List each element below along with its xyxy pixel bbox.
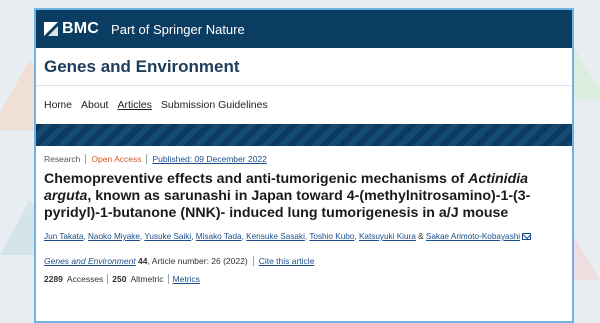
metrics-row: 2289 Accesses 250 Altmetric Metrics — [44, 274, 564, 284]
volume-number: 44 — [138, 256, 148, 266]
bmc-logo-icon — [44, 22, 58, 36]
author-separator: , — [304, 232, 308, 241]
metrics-link[interactable]: Metrics — [173, 274, 200, 284]
article-number: , Article number: 26 (2022) — [147, 256, 248, 266]
divider — [107, 274, 109, 284]
author-separator: , — [241, 232, 244, 241]
divider — [167, 274, 169, 284]
decorative-banner — [36, 124, 572, 146]
nav-submission-guidelines[interactable]: Submission Guidelines — [161, 99, 268, 111]
author-separator: , — [191, 232, 194, 241]
divider — [85, 154, 87, 164]
author-list: Jun Takata, Naoko Miyake, Yusuke Saiki, … — [44, 231, 564, 242]
journal-nav: Home About Articles Submission Guideline… — [36, 86, 572, 124]
nav-articles[interactable]: Articles — [117, 99, 151, 111]
altmetric-label: Altmetric — [130, 274, 164, 284]
nav-home[interactable]: Home — [44, 99, 72, 111]
author-link[interactable]: Toshio Kubo — [309, 232, 354, 241]
article-page-frame: BMC Part of Springer Nature Genes and En… — [34, 8, 574, 323]
article-header: Research Open Access Published: 09 Decem… — [36, 146, 572, 284]
publisher-bar: BMC Part of Springer Nature — [36, 10, 572, 48]
author-link[interactable]: Kensuke Sasaki — [246, 232, 305, 241]
cite-this-article-link[interactable]: Cite this article — [259, 256, 315, 266]
springer-nature-tagline[interactable]: Part of Springer Nature — [111, 22, 245, 37]
article-type: Research — [44, 154, 81, 164]
accesses-label: Accesses — [66, 274, 104, 284]
altmetric-score: 250 — [112, 274, 127, 284]
article-title: Chemopreventive effects and anti-tumorig… — [44, 171, 564, 222]
author-separator: , — [83, 232, 86, 241]
article-meta: Research Open Access Published: 09 Decem… — [44, 154, 564, 164]
citation-row: Genes and Environment 44, Article number… — [44, 256, 564, 266]
bmc-logo[interactable]: BMC — [44, 20, 99, 38]
author-link[interactable]: Misako Tada — [196, 232, 242, 241]
bmc-logo-text: BMC — [62, 20, 100, 37]
author-link[interactable]: Jun Takata — [44, 232, 83, 241]
title-text: Chemopreventive effects and anti-tumorig… — [44, 171, 469, 187]
nav-about[interactable]: About — [81, 99, 108, 111]
journal-header: Genes and Environment — [36, 48, 572, 86]
journal-title[interactable]: Genes and Environment — [44, 57, 240, 77]
journal-link[interactable]: Genes and Environment — [44, 256, 136, 266]
divider — [252, 256, 254, 266]
author-link[interactable]: Katsuyuki Kiura — [359, 232, 416, 241]
mail-icon[interactable] — [522, 233, 532, 241]
author-link[interactable]: Naoko Miyake — [88, 232, 140, 241]
divider — [146, 154, 148, 164]
corresponding-author-link[interactable]: Sakae Arimoto-Kobayashi — [426, 232, 520, 241]
title-text: , known as sarunashi in Japan toward 4-(… — [44, 188, 531, 221]
author-link[interactable]: Yusuke Saiki — [144, 232, 191, 241]
author-separator: , — [139, 232, 143, 241]
published-date[interactable]: Published: 09 December 2022 — [152, 154, 266, 164]
accesses-count: 2289 — [44, 274, 63, 284]
author-ampersand: & — [418, 232, 424, 241]
open-access-label: Open Access — [91, 154, 142, 164]
author-separator: , — [354, 232, 357, 241]
